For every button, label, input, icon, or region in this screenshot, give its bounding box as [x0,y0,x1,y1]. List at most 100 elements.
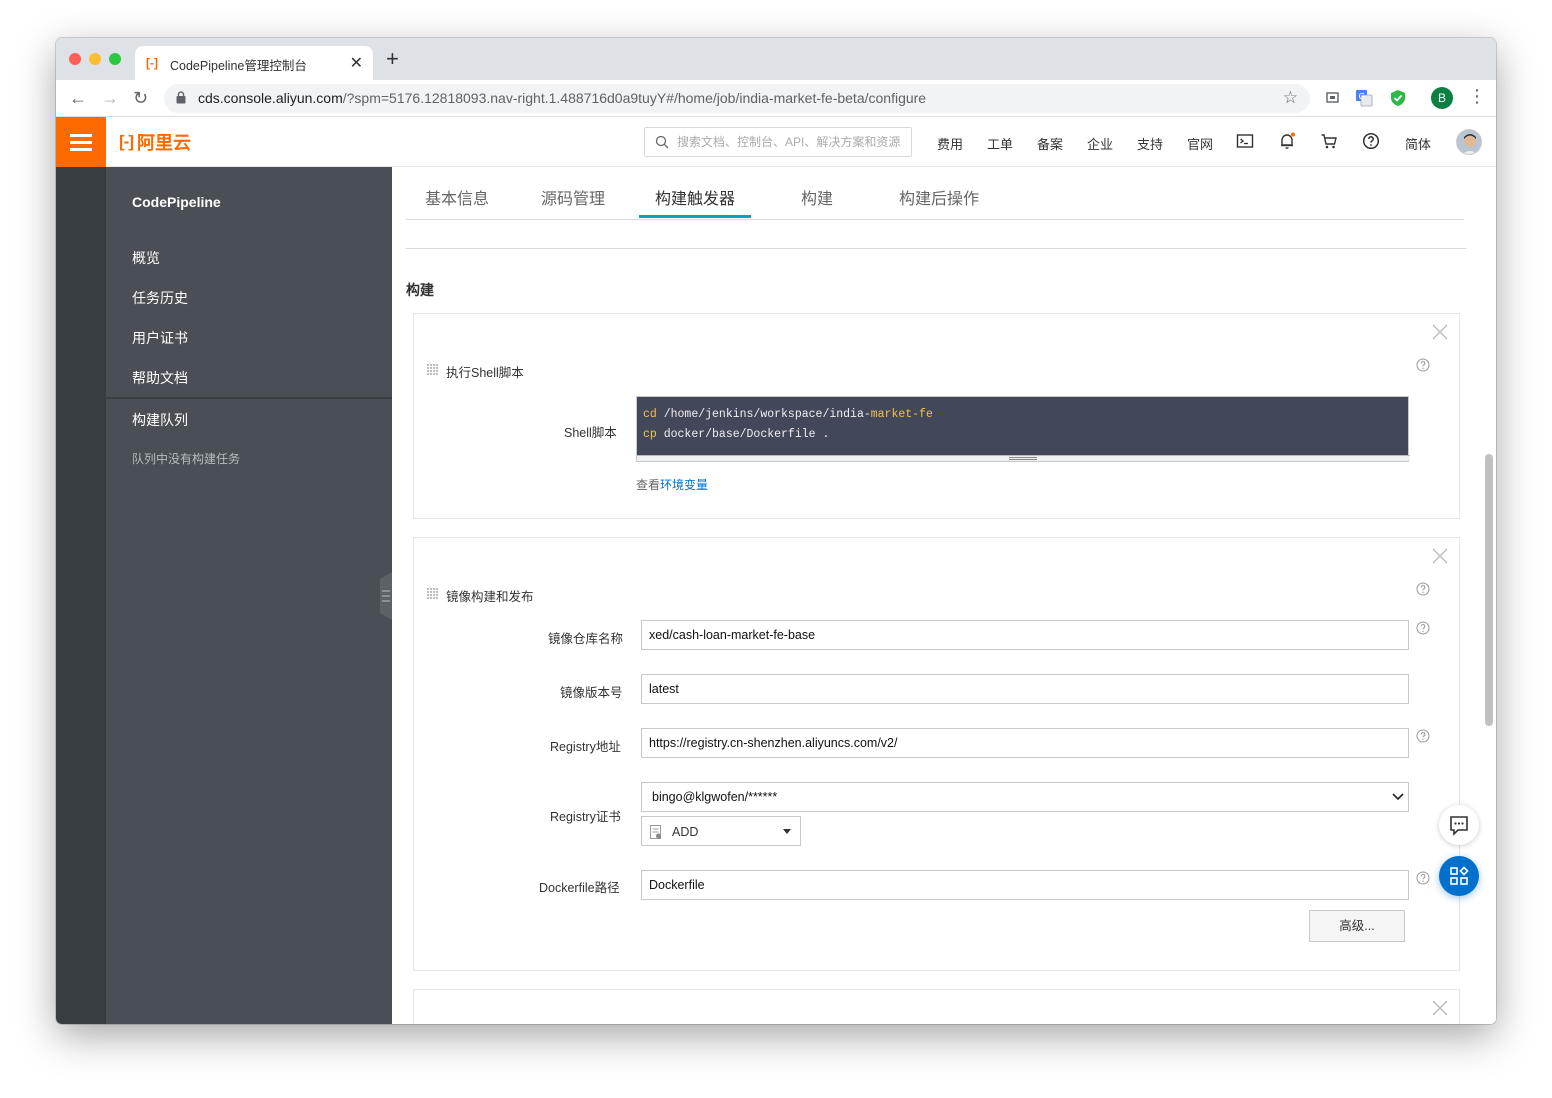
aliyun-logo-mark: [-] [119,132,134,151]
registry-cert-select[interactable]: bingo@klgwofen/****** [641,782,1409,812]
sidebar-item-help-docs[interactable]: 帮助文档 [132,368,188,388]
tab-basic-info[interactable]: 基本信息 [425,185,489,209]
shell-script-card: 执行Shell脚本 Shell脚本 cd /home/jenkins/works… [413,313,1460,519]
shopping-cart-icon[interactable] [1320,132,1338,150]
close-icon[interactable] [1431,323,1449,341]
tab-source-management[interactable]: 源码管理 [541,185,605,209]
env-vars-link[interactable]: 环境变量 [660,478,708,492]
editor-resize-handle[interactable] [637,455,1410,461]
sidebar-item-build-queue[interactable]: 构建队列 [132,410,188,430]
aliyun-favicon-icon: [-] [146,56,158,70]
console-header: [-] 阿里云 费用 工单 备案 企业 支持 官网 [56,117,1496,167]
build-step-card [413,989,1460,1024]
tab-post-build[interactable]: 构建后操作 [899,185,979,209]
active-tab-indicator [639,215,751,218]
build-queue-empty: 队列中没有构建任务 [132,452,241,466]
advanced-button[interactable]: 高级... [1309,910,1405,942]
browser-tab-title: CodePipeline管理控制台 [170,59,307,73]
shell-card-title: 执行Shell脚本 [446,366,524,380]
close-icon[interactable] [1431,547,1449,565]
feedback-chat-button[interactable] [1439,805,1479,845]
profile-avatar[interactable]: B [1431,87,1453,109]
sidebar-item-certificates[interactable]: 用户证书 [132,328,188,348]
main-content: 基本信息 源码管理 构建触发器 构建 构建后操作 构建 执行Shell脚本 Sh… [392,167,1496,1024]
browser-tab[interactable]: [-] CodePipeline管理控制台 ✕ [135,46,373,80]
close-icon[interactable] [1431,999,1449,1017]
nav-support[interactable]: 支持 [1137,134,1163,153]
nav-official-site[interactable]: 官网 [1187,134,1213,153]
image-version-input[interactable] [641,674,1409,704]
drag-handle-icon[interactable] [427,588,439,600]
google-translate-icon[interactable]: G [1355,89,1373,107]
tab-build-triggers[interactable]: 构建触发器 [655,185,735,209]
registry-cert-value: bingo@klgwofen/****** [652,790,778,804]
dropdown-caret-icon [783,829,791,834]
aliyun-logo-text: 阿里云 [136,133,191,153]
close-window-button[interactable] [69,53,81,65]
language-switch[interactable]: 简体 [1405,134,1431,153]
browser-menu-icon[interactable]: ⋮ [1468,86,1486,107]
aliyun-logo[interactable]: [-] 阿里云 [119,130,191,154]
config-tabs: 基本信息 源码管理 构建触发器 构建 构建后操作 [406,167,1464,220]
shell-script-editor[interactable]: cd /home/jenkins/workspace/india-market-… [636,396,1410,462]
svg-text:G: G [1359,92,1365,101]
help-icon[interactable] [1416,871,1430,885]
quick-apps-button[interactable] [1439,856,1479,896]
section-divider [406,248,1466,249]
dockerfile-path-input[interactable] [641,870,1409,900]
tab-build[interactable]: 构建 [801,185,833,209]
sidebar-item-overview[interactable]: 概览 [132,248,160,268]
user-avatar[interactable] [1456,129,1482,155]
build-section-title: 构建 [406,282,434,298]
reload-icon[interactable]: ↻ [133,87,148,109]
shield-extension-icon[interactable] [1389,89,1407,107]
help-icon[interactable] [1416,358,1430,372]
nav-icp[interactable]: 备案 [1037,134,1063,153]
apps-grid-icon [1450,866,1469,885]
sidebar-collapse-handle[interactable] [380,572,392,620]
browser-toolbar: ← → ↻ cds.console.aliyun.com/?spm=5176.1… [56,80,1496,117]
console-search[interactable] [644,127,912,157]
browser-window: [-] CodePipeline管理控制台 ✕ + ← → ↻ cds.cons… [56,38,1496,1024]
forward-arrow-icon[interactable]: → [101,87,119,109]
search-input[interactable] [677,133,905,151]
notification-bell-icon[interactable] [1278,132,1296,150]
shell-script-label: Shell脚本 [564,426,617,440]
code-line-1: cd /home/jenkins/workspace/india-market-… [643,408,933,421]
page-scrollbar[interactable] [1485,454,1493,726]
nav-billing[interactable]: 费用 [937,134,963,153]
env-vars-hint: 查看环境变量 [636,478,709,492]
dockerfile-path-label: Dockerfile路径 [539,881,620,895]
tab-close-icon[interactable]: ✕ [350,53,363,73]
help-icon[interactable] [1416,729,1430,743]
address-bar[interactable]: cds.console.aliyun.com/?spm=5176.1281809… [164,84,1310,113]
help-icon[interactable] [1416,621,1430,635]
extension-screenshot-icon[interactable] [1324,89,1342,107]
terminal-icon[interactable] [1236,132,1254,150]
bookmark-star-icon[interactable]: ☆ [1283,88,1298,108]
nav-tickets[interactable]: 工单 [987,134,1013,153]
back-arrow-icon[interactable]: ← [69,87,87,109]
nav-enterprise[interactable]: 企业 [1087,134,1113,153]
new-tab-icon[interactable]: + [386,48,399,70]
hamburger-menu-icon[interactable] [56,117,106,167]
registry-url-input[interactable] [641,728,1409,758]
image-version-label: 镜像版本号 [560,686,623,700]
sidebar-item-task-history[interactable]: 任务历史 [132,288,188,308]
minimize-window-button[interactable] [89,53,101,65]
registry-url-label: Registry地址 [550,740,621,754]
repo-name-label: 镜像仓库名称 [548,632,624,646]
help-icon[interactable] [1416,582,1430,596]
help-circle-icon[interactable] [1362,132,1380,150]
drag-handle-icon[interactable] [427,364,439,376]
zoom-window-button[interactable] [109,53,121,65]
lock-icon [176,91,186,104]
browser-tab-bar: [-] CodePipeline管理控制台 ✕ + [56,38,1496,80]
repo-name-input[interactable] [641,620,1409,650]
search-icon [655,135,669,149]
chat-bubble-icon [1450,816,1468,836]
add-credential-button[interactable]: ADD [641,816,801,846]
add-credential-label: ADD [672,825,699,839]
image-card-title: 镜像构建和发布 [446,590,534,604]
code-line-2: cp docker/base/Dockerfile . [643,428,830,441]
